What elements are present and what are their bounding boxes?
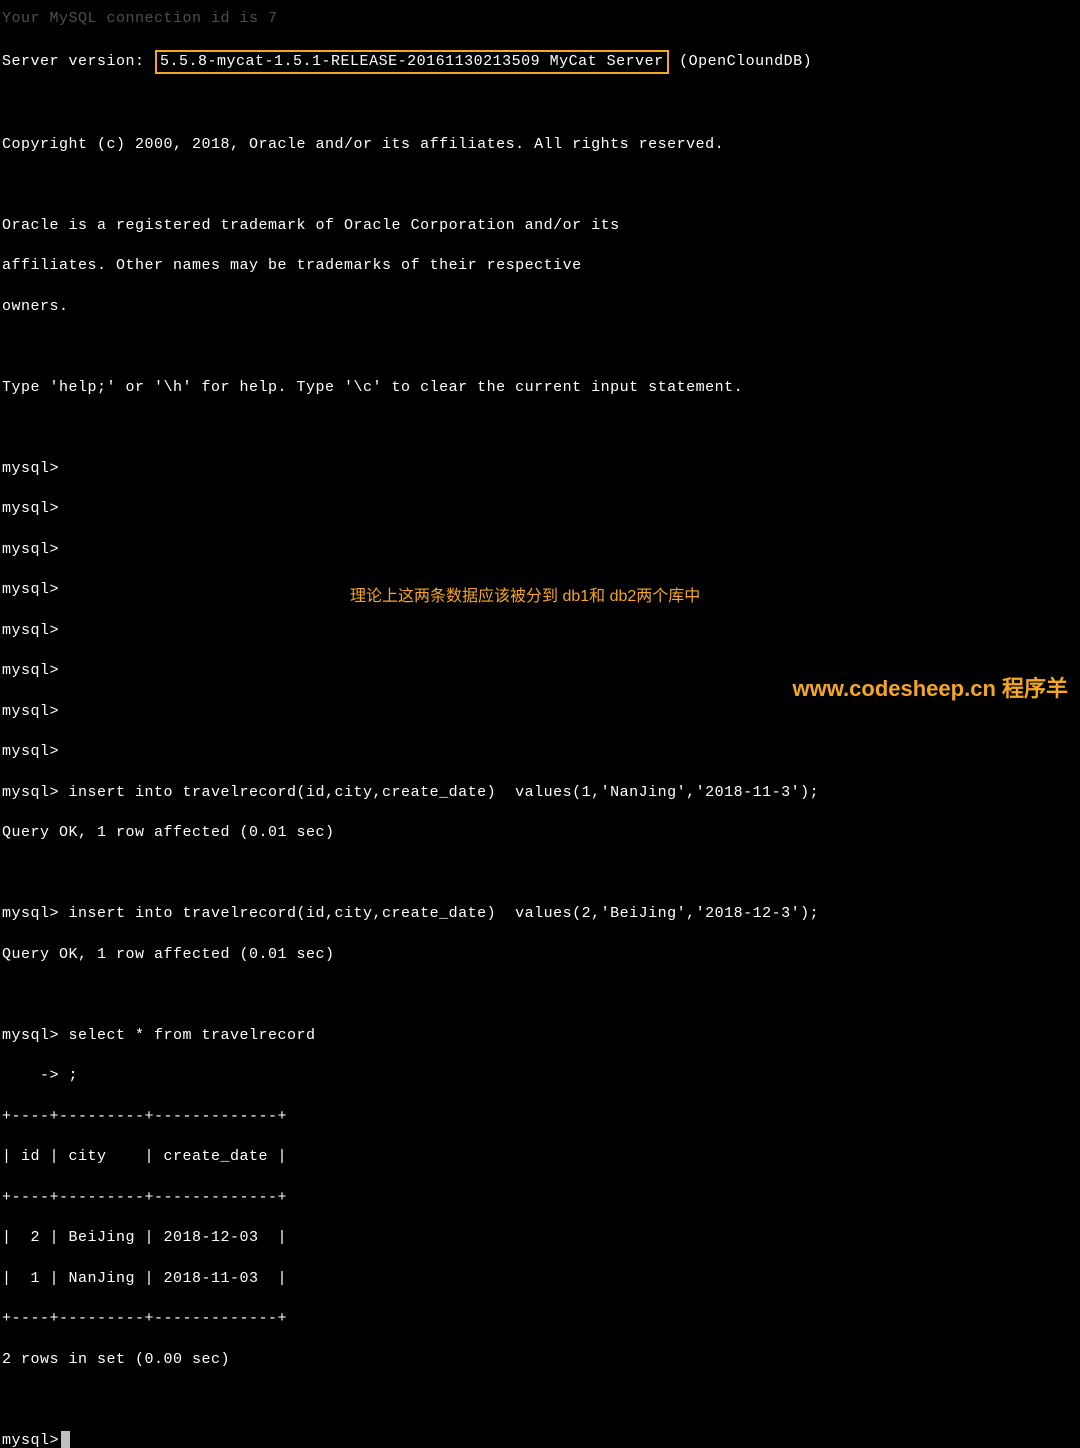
result-summary: 2 rows in set (0.00 sec) [2,1350,1078,1370]
connection-id-line: Your MySQL connection id is 7 [2,9,1078,29]
prompt-line: mysql> [2,540,1078,560]
query-ok-1: Query OK, 1 row affected (0.01 sec) [2,823,1078,843]
table-border-bottom: +----+---------+-------------+ [2,1309,1078,1329]
annotation-text: 理论上这两条数据应该被分到 db1和 db2两个库中 [350,586,700,608]
table-row: | 2 | BeiJing | 2018-12-03 | [2,1228,1078,1248]
blank-line [2,1390,1078,1410]
copyright-line: Copyright (c) 2000, 2018, Oracle and/or … [2,135,1078,155]
cursor-icon [61,1431,70,1448]
table-border-mid: +----+---------+-------------+ [2,1188,1078,1208]
prompt-line: mysql> [2,621,1078,641]
trademark-line-2: affiliates. Other names may be trademark… [2,256,1078,276]
prompt-text: mysql> [2,1432,59,1448]
query-ok-2: Query OK, 1 row affected (0.01 sec) [2,945,1078,965]
blank-line [2,864,1078,884]
help-hint-line: Type 'help;' or '\h' for help. Type '\c'… [2,378,1078,398]
version-suffix: (OpenCloundDB) [670,53,813,70]
trademark-line-1: Oracle is a registered trademark of Orac… [2,216,1078,236]
final-prompt-line[interactable]: mysql> [2,1431,1078,1448]
insert-statement-2: mysql> insert into travelrecord(id,city,… [2,904,1078,924]
table-header: | id | city | create_date | [2,1147,1078,1167]
version-label: Server version: [2,53,154,70]
watermark-text: www.codesheep.cn 程序羊 [793,674,1068,704]
version-highlight-box: 5.5.8-mycat-1.5.1-RELEASE-20161130213509… [155,50,669,74]
blank-line [2,418,1078,438]
terminal-output[interactable]: Your MySQL connection id is 7 Server ver… [2,0,1078,1448]
table-border-top: +----+---------+-------------+ [2,1107,1078,1127]
blank-line [2,175,1078,195]
trademark-line-3: owners. [2,297,1078,317]
server-version-line: Server version: 5.5.8-mycat-1.5.1-RELEAS… [2,50,1078,74]
insert-statement-1: mysql> insert into travelrecord(id,city,… [2,783,1078,803]
prompt-line: mysql> [2,459,1078,479]
select-statement: mysql> select * from travelrecord [2,1026,1078,1046]
blank-line [2,94,1078,114]
prompt-line: mysql> [2,702,1078,722]
table-row: | 1 | NanJing | 2018-11-03 | [2,1269,1078,1289]
prompt-line: mysql> [2,742,1078,762]
blank-line [2,985,1078,1005]
select-continuation: -> ; [2,1066,1078,1086]
blank-line [2,337,1078,357]
prompt-line: mysql> [2,499,1078,519]
